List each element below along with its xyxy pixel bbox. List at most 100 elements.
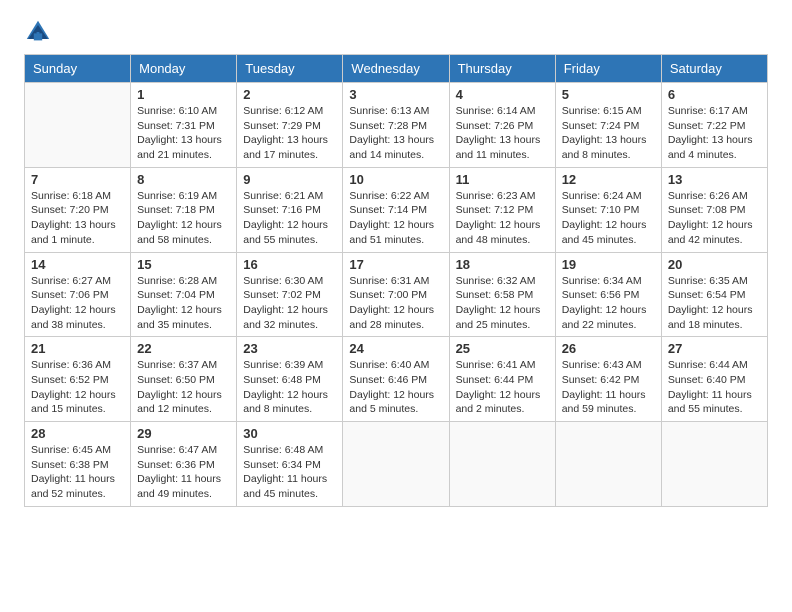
calendar-cell: 14Sunrise: 6:27 AMSunset: 7:06 PMDayligh…	[25, 252, 131, 337]
day-info: Sunrise: 6:13 AMSunset: 7:28 PMDaylight:…	[349, 104, 442, 163]
calendar-cell: 29 Sunrise: 6:47 AMSunset: 6:36 PMDayligh…	[131, 422, 237, 507]
calendar-cell: 9Sunrise: 6:21 AMSunset: 7:16 PMDaylight…	[237, 167, 343, 252]
day-info: Sunrise: 6:36 AMSunset: 6:52 PMDaylight:…	[31, 358, 124, 417]
day-info: Sunrise: 6:34 AMSunset: 6:56 PMDaylight:…	[562, 274, 655, 333]
day-info: Sunrise: 6:31 AMSunset: 7:00 PMDaylight:…	[349, 274, 442, 333]
logo-icon	[24, 18, 52, 46]
week-row-2: 7 Sunrise: 6:18 AMSunset: 7:20 PMDaylight…	[25, 167, 768, 252]
day-number: 25	[456, 341, 549, 356]
calendar-cell: 11Sunrise: 6:23 AMSunset: 7:12 PMDayligh…	[449, 167, 555, 252]
calendar-cell	[555, 422, 661, 507]
day-info: Sunrise: 6:48 AMSunset: 6:34 PMDaylight:…	[243, 443, 336, 502]
calendar-cell: 13Sunrise: 6:26 AMSunset: 7:08 PMDayligh…	[661, 167, 767, 252]
day-number: 7	[31, 172, 124, 187]
weekday-header-tuesday: Tuesday	[237, 55, 343, 83]
calendar-cell	[661, 422, 767, 507]
calendar-cell	[25, 83, 131, 168]
calendar-cell: 22 Sunrise: 6:37 AMSunset: 6:50 PMDayligh…	[131, 337, 237, 422]
day-number: 3	[349, 87, 442, 102]
calendar-cell: 17 Sunrise: 6:31 AMSunset: 7:00 PMDayligh…	[343, 252, 449, 337]
day-number: 10	[349, 172, 442, 187]
page: SundayMondayTuesdayWednesdayThursdayFrid…	[0, 0, 792, 612]
calendar-cell: 16 Sunrise: 6:30 AMSunset: 7:02 PMDayligh…	[237, 252, 343, 337]
calendar-cell: 3 Sunrise: 6:13 AMSunset: 7:28 PMDaylight…	[343, 83, 449, 168]
day-number: 1	[137, 87, 230, 102]
day-number: 12	[562, 172, 655, 187]
weekday-header-saturday: Saturday	[661, 55, 767, 83]
day-info: Sunrise: 6:23 AMSunset: 7:12 PMDaylight:…	[456, 189, 549, 248]
day-number: 20	[668, 257, 761, 272]
calendar-cell: 26 Sunrise: 6:43 AMSunset: 6:42 PMDayligh…	[555, 337, 661, 422]
weekday-header-monday: Monday	[131, 55, 237, 83]
logo	[24, 18, 56, 46]
calendar-cell: 18 Sunrise: 6:32 AMSunset: 6:58 PMDayligh…	[449, 252, 555, 337]
weekday-header-sunday: Sunday	[25, 55, 131, 83]
calendar-cell: 24 Sunrise: 6:40 AMSunset: 6:46 PMDayligh…	[343, 337, 449, 422]
day-info: Sunrise: 6:45 AMSunset: 6:38 PMDaylight:…	[31, 443, 124, 502]
day-number: 22	[137, 341, 230, 356]
day-info: Sunrise: 6:44 AMSunset: 6:40 PMDaylight:…	[668, 358, 761, 417]
calendar-cell: 10 Sunrise: 6:22 AMSunset: 7:14 PMDayligh…	[343, 167, 449, 252]
day-number: 2	[243, 87, 336, 102]
day-info: Sunrise: 6:47 AMSunset: 6:36 PMDaylight:…	[137, 443, 230, 502]
day-number: 23	[243, 341, 336, 356]
calendar-cell: 25 Sunrise: 6:41 AMSunset: 6:44 PMDayligh…	[449, 337, 555, 422]
day-number: 28	[31, 426, 124, 441]
day-info: Sunrise: 6:39 AMSunset: 6:48 PMDaylight:…	[243, 358, 336, 417]
day-info: Sunrise: 6:14 AMSunset: 7:26 PMDaylight:…	[456, 104, 549, 163]
day-number: 30	[243, 426, 336, 441]
day-info: Sunrise: 6:35 AMSunset: 6:54 PMDaylight:…	[668, 274, 761, 333]
weekday-header-thursday: Thursday	[449, 55, 555, 83]
day-info: Sunrise: 6:30 AMSunset: 7:02 PMDaylight:…	[243, 274, 336, 333]
calendar-cell	[449, 422, 555, 507]
day-info: Sunrise: 6:37 AMSunset: 6:50 PMDaylight:…	[137, 358, 230, 417]
calendar-cell: 23 Sunrise: 6:39 AMSunset: 6:48 PMDayligh…	[237, 337, 343, 422]
day-info: Sunrise: 6:24 AMSunset: 7:10 PMDaylight:…	[562, 189, 655, 248]
day-number: 17	[349, 257, 442, 272]
day-number: 16	[243, 257, 336, 272]
day-info: Sunrise: 6:18 AMSunset: 7:20 PMDaylight:…	[31, 189, 124, 248]
day-info: Sunrise: 6:41 AMSunset: 6:44 PMDaylight:…	[456, 358, 549, 417]
day-info: Sunrise: 6:28 AMSunset: 7:04 PMDaylight:…	[137, 274, 230, 333]
day-info: Sunrise: 6:15 AMSunset: 7:24 PMDaylight:…	[562, 104, 655, 163]
day-number: 13	[668, 172, 761, 187]
calendar-cell	[343, 422, 449, 507]
week-row-5: 28 Sunrise: 6:45 AMSunset: 6:38 PMDayligh…	[25, 422, 768, 507]
day-number: 8	[137, 172, 230, 187]
calendar-cell: 2Sunrise: 6:12 AMSunset: 7:29 PMDaylight…	[237, 83, 343, 168]
calendar-table: SundayMondayTuesdayWednesdayThursdayFrid…	[24, 54, 768, 507]
day-info: Sunrise: 6:43 AMSunset: 6:42 PMDaylight:…	[562, 358, 655, 417]
calendar-cell: 15Sunrise: 6:28 AMSunset: 7:04 PMDayligh…	[131, 252, 237, 337]
week-row-4: 21 Sunrise: 6:36 AMSunset: 6:52 PMDayligh…	[25, 337, 768, 422]
day-number: 18	[456, 257, 549, 272]
day-number: 4	[456, 87, 549, 102]
calendar-cell: 4 Sunrise: 6:14 AMSunset: 7:26 PMDaylight…	[449, 83, 555, 168]
day-info: Sunrise: 6:27 AMSunset: 7:06 PMDaylight:…	[31, 274, 124, 333]
day-number: 24	[349, 341, 442, 356]
calendar-cell: 5Sunrise: 6:15 AMSunset: 7:24 PMDaylight…	[555, 83, 661, 168]
day-number: 29	[137, 426, 230, 441]
calendar-cell: 20 Sunrise: 6:35 AMSunset: 6:54 PMDayligh…	[661, 252, 767, 337]
week-row-1: 1 Sunrise: 6:10 AMSunset: 7:31 PMDaylight…	[25, 83, 768, 168]
day-number: 27	[668, 341, 761, 356]
day-info: Sunrise: 6:32 AMSunset: 6:58 PMDaylight:…	[456, 274, 549, 333]
day-info: Sunrise: 6:21 AMSunset: 7:16 PMDaylight:…	[243, 189, 336, 248]
day-info: Sunrise: 6:40 AMSunset: 6:46 PMDaylight:…	[349, 358, 442, 417]
weekday-header-wednesday: Wednesday	[343, 55, 449, 83]
calendar-cell: 19 Sunrise: 6:34 AMSunset: 6:56 PMDayligh…	[555, 252, 661, 337]
day-info: Sunrise: 6:19 AMSunset: 7:18 PMDaylight:…	[137, 189, 230, 248]
header-row: SundayMondayTuesdayWednesdayThursdayFrid…	[25, 55, 768, 83]
calendar-cell: 12 Sunrise: 6:24 AMSunset: 7:10 PMDayligh…	[555, 167, 661, 252]
day-info: Sunrise: 6:10 AMSunset: 7:31 PMDaylight:…	[137, 104, 230, 163]
weekday-header-friday: Friday	[555, 55, 661, 83]
calendar-cell: 1 Sunrise: 6:10 AMSunset: 7:31 PMDaylight…	[131, 83, 237, 168]
header	[24, 18, 768, 46]
day-number: 21	[31, 341, 124, 356]
day-number: 26	[562, 341, 655, 356]
calendar-cell: 27 Sunrise: 6:44 AMSunset: 6:40 PMDayligh…	[661, 337, 767, 422]
day-info: Sunrise: 6:22 AMSunset: 7:14 PMDaylight:…	[349, 189, 442, 248]
calendar-cell: 21 Sunrise: 6:36 AMSunset: 6:52 PMDayligh…	[25, 337, 131, 422]
day-number: 19	[562, 257, 655, 272]
calendar-cell: 8 Sunrise: 6:19 AMSunset: 7:18 PMDaylight…	[131, 167, 237, 252]
calendar-cell: 6Sunrise: 6:17 AMSunset: 7:22 PMDaylight…	[661, 83, 767, 168]
